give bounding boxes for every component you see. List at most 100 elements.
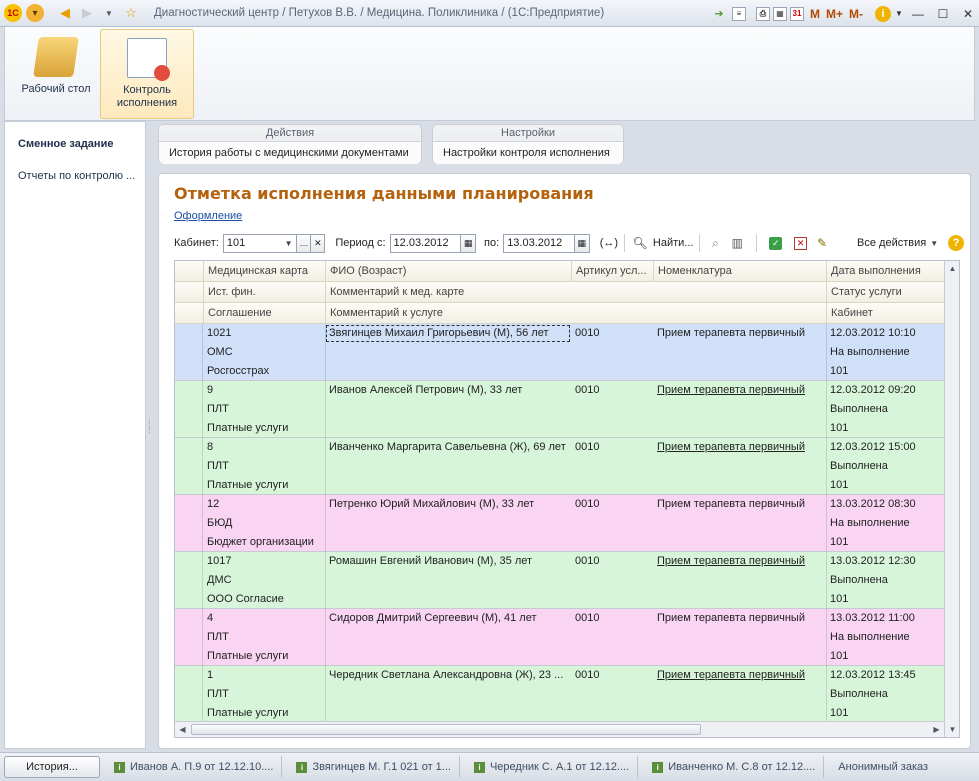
section-execution-control[interactable]: Контроль исполнения — [100, 29, 194, 119]
cancel-search-icon[interactable]: ⌕ — [706, 234, 724, 252]
navigate-link-icon[interactable]: ➜ — [709, 5, 729, 23]
nav-item-control-reports[interactable]: Отчеты по контролю ... — [5, 160, 145, 192]
horizontal-scroll-thumb[interactable] — [191, 724, 701, 735]
calculator-icon[interactable]: ▦ — [772, 6, 787, 21]
window-tab-cherednik[interactable]: i Чередник С. А.1 от 12.12.... — [460, 756, 639, 778]
col-header-cabinet[interactable]: Кабинет — [826, 303, 959, 324]
design-link[interactable]: Оформление — [174, 210, 242, 222]
date-to-field[interactable]: 13.03.2012 — [503, 233, 575, 253]
scroll-down-icon[interactable]: ▼ — [945, 722, 959, 737]
vertical-scrollbar[interactable]: ▲ ▼ — [944, 261, 959, 737]
scroll-up-icon[interactable]: ▲ — [945, 261, 959, 276]
col-header-agreement[interactable]: Соглашение — [203, 303, 325, 324]
table-row[interactable]: 9 ПЛТ Платные услуги Иванов Алексей Петрови… — [175, 381, 944, 438]
row-selector[interactable] — [175, 666, 203, 723]
maximize-icon[interactable]: ☐ — [932, 5, 954, 23]
memory-m-plus-button[interactable]: M+ — [826, 7, 843, 21]
close-icon[interactable]: ✕ — [957, 5, 979, 23]
table-row[interactable]: 12 БЮД Бюджет организации Петренко Юрий Мих… — [175, 495, 944, 552]
window-tab-ivanov[interactable]: i Иванов А. П.9 от 12.12.10.... — [100, 756, 283, 778]
table-row[interactable]: 1 ПЛТ Платные услуги Чередник Светлана Алек… — [175, 666, 944, 723]
favorites-star-icon[interactable]: ☆ — [122, 4, 140, 22]
cabinet-select-button[interactable]: … — [296, 233, 312, 253]
period-select-button[interactable]: (↔) — [600, 237, 618, 249]
nav-item-shift-task[interactable]: Сменное задание — [5, 128, 145, 160]
cell-card: 4 — [207, 612, 214, 624]
minimize-icon[interactable]: — — [907, 5, 929, 23]
cabinet-clear-icon[interactable]: ✕ — [310, 233, 326, 253]
cell-nomenclature[interactable]: Прием терапевта первичный — [653, 552, 826, 571]
col-header-fio[interactable]: ФИО (Возраст) — [325, 261, 571, 282]
main-menu-icon[interactable]: ▾ — [26, 4, 44, 22]
cell-nomenclature[interactable]: Прием терапевта первичный — [653, 438, 826, 457]
history-dropdown-icon[interactable]: ▼ — [100, 4, 118, 22]
document-icon[interactable]: ≡ — [731, 6, 746, 21]
mark-cancel-icon[interactable]: ✕ — [794, 236, 808, 250]
cabinet-field[interactable]: 101 ▼ — [222, 233, 298, 253]
row-selector[interactable] — [175, 495, 203, 552]
scroll-left-icon[interactable]: ◀ — [175, 722, 190, 737]
table-row[interactable]: 4 ПЛТ Платные услуги Сидоров Дмитрий Сергее… — [175, 609, 944, 666]
edit-pen-icon[interactable]: ✎ — [813, 234, 831, 252]
cell-date: 13.03.2012 08:30 — [830, 498, 916, 510]
window-tab-ivanchenko[interactable]: i Иванченко М. С.8 от 12.12.... — [638, 756, 825, 778]
horizontal-scrollbar[interactable]: ◀ ▶ — [175, 721, 944, 737]
cell-date: 13.03.2012 12:30 — [830, 555, 916, 567]
date-from-field[interactable]: 12.03.2012 — [389, 233, 462, 253]
mark-done-icon[interactable]: ✓ — [769, 236, 783, 250]
cell-status: Выполнена — [830, 574, 888, 586]
cell-fin: БЮД — [207, 517, 233, 529]
memory-m-button[interactable]: M — [810, 7, 820, 21]
scroll-right-icon[interactable]: ▶ — [929, 722, 944, 737]
memory-m-minus-button[interactable]: M- — [849, 7, 863, 21]
cell-card: 9 — [207, 384, 214, 396]
col-header-service-comment[interactable]: Комментарий к услуге — [325, 303, 826, 324]
forward-icon[interactable]: ▶ — [78, 4, 96, 22]
row-selector[interactable] — [175, 381, 203, 438]
cabinet-label: Кабинет: — [174, 237, 219, 249]
col-header-article[interactable]: Артикул усл... — [571, 261, 653, 282]
history-med-docs-command[interactable]: История работы с медицинскими документам… — [159, 142, 421, 164]
info-icon: i — [296, 761, 308, 773]
filter-icon[interactable]: ▥ — [728, 234, 746, 252]
info-icon[interactable]: i — [875, 5, 891, 22]
calendar-icon[interactable]: ▦ — [573, 233, 590, 253]
row-selector[interactable] — [175, 324, 203, 381]
col-header-nomenclature[interactable]: Номенклатура — [653, 261, 826, 282]
window-tab-zvyagintsev[interactable]: i Звягинцев М. Г.1 021 от 1... — [282, 756, 460, 778]
col-header-card[interactable]: Медицинская карта — [203, 261, 325, 282]
window-tab-anonymous-order[interactable]: Анонимный заказ — [824, 756, 936, 778]
table-row[interactable]: 1017 ДМС ООО Согласие Ромашин Евгений Ивано… — [175, 552, 944, 609]
1c-logo-icon[interactable]: 1С — [4, 4, 22, 22]
cell-nomenclature[interactable]: Прием терапевта первичный — [653, 381, 826, 400]
help-icon[interactable]: ? — [948, 235, 965, 251]
window-tab-label: Чередник С. А.1 от 12.12.... — [489, 761, 630, 773]
print-icon[interactable]: ⎙ — [755, 6, 770, 21]
table-row[interactable]: 1021 ОМС Росгосстрах Звягинцев Михаил Григо… — [175, 324, 944, 381]
calendar-icon[interactable]: 31 — [789, 6, 804, 21]
chevron-down-icon[interactable]: ▼ — [894, 5, 904, 23]
row-selector[interactable] — [175, 609, 203, 666]
panel-splitter[interactable]: ⁞ ⁞ — [148, 419, 153, 450]
execution-settings-command[interactable]: Настройки контроля исполнения — [433, 142, 623, 164]
cell-nomenclature: Прием терапевта первичный — [657, 498, 805, 510]
col-header-date[interactable]: Дата выполнения — [826, 261, 959, 282]
all-actions-menu[interactable]: Все действия — [857, 237, 926, 249]
control-document-icon — [127, 38, 170, 81]
calendar-icon[interactable]: ▦ — [460, 233, 477, 253]
cell-card: 12 — [207, 498, 220, 510]
cell-nomenclature[interactable]: Прием терапевта первичный — [653, 666, 826, 685]
col-header-status[interactable]: Статус услуги — [826, 282, 959, 303]
col-header-fin-source[interactable]: Ист. фин. — [203, 282, 325, 303]
history-button[interactable]: История... — [4, 756, 100, 778]
back-icon[interactable]: ◀ — [56, 4, 74, 22]
row-selector[interactable] — [175, 552, 203, 609]
table-row[interactable]: 8 ПЛТ Платные услуги Иванченко Маргарита Са… — [175, 438, 944, 495]
section-desktop[interactable]: Рабочий стол — [9, 29, 103, 119]
chevron-down-icon[interactable]: ▼ — [930, 239, 938, 248]
search-icon[interactable]: 🔍︎ — [631, 234, 649, 252]
col-header-card-comment[interactable]: Комментарий к мед. карте — [325, 282, 826, 303]
chevron-down-icon[interactable]: ▼ — [285, 239, 293, 248]
row-selector[interactable] — [175, 438, 203, 495]
find-button[interactable]: Найти... — [653, 237, 694, 249]
